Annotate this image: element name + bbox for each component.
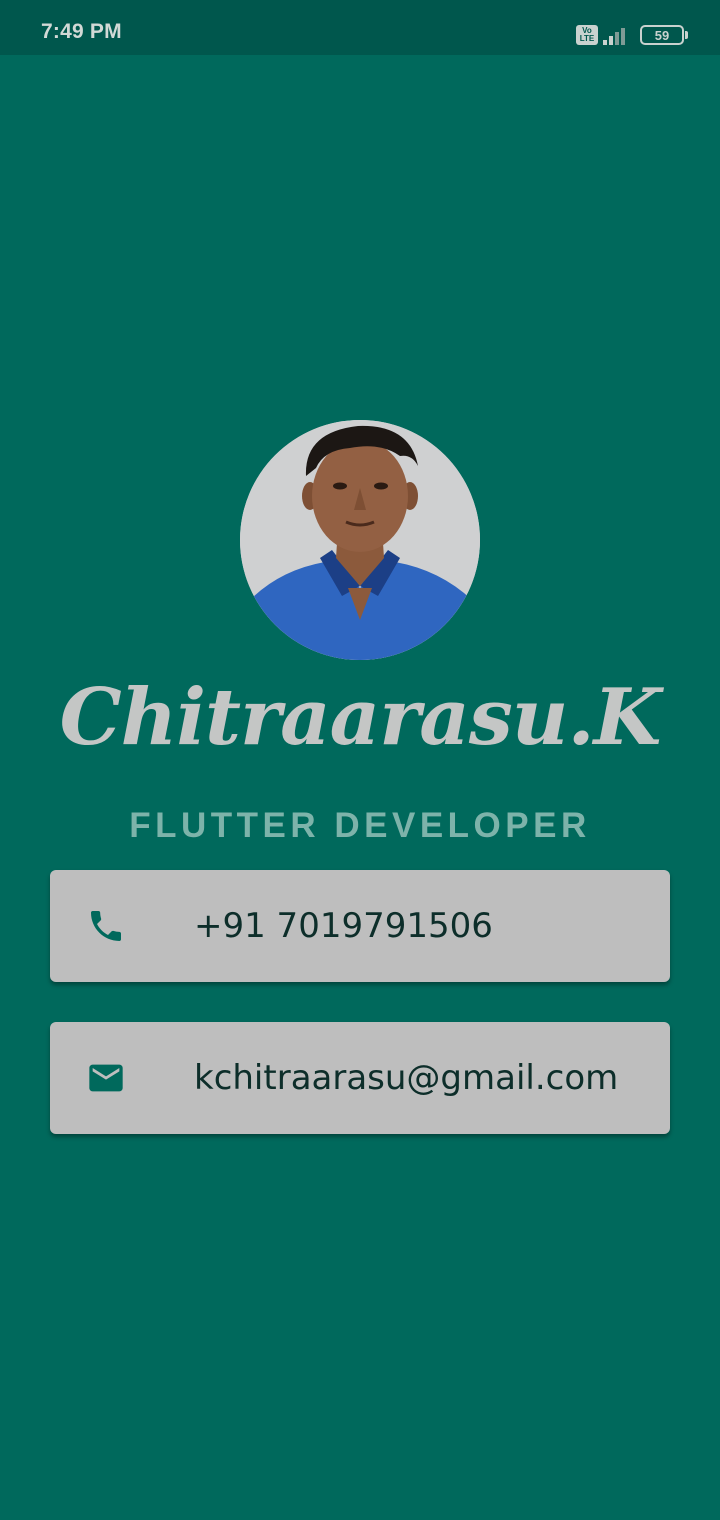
- profile-name: Chitraarasu.K: [59, 672, 662, 763]
- avatar-portrait: [240, 420, 480, 660]
- profile-role: FLUTTER DEVELOPER: [129, 806, 591, 845]
- email-address: kchitraarasu@gmail.com: [194, 1058, 619, 1098]
- signal-icon: [603, 28, 625, 45]
- status-time: 7:49 PM: [41, 20, 122, 43]
- avatar: [240, 420, 480, 660]
- phone-icon: [91, 911, 121, 941]
- volte-icon: Vo LTE: [576, 25, 598, 45]
- battery-level: 59: [654, 27, 670, 43]
- email-card[interactable]: kchitraarasu@gmail.com: [50, 1022, 670, 1134]
- phone-number: +91 7019791506: [194, 906, 493, 946]
- volte-label-bottom: LTE: [579, 34, 595, 43]
- phone-card[interactable]: +91 7019791506: [50, 870, 670, 982]
- battery-icon: 59: [640, 25, 688, 45]
- status-bar: 7:49 PM Vo LTE 59: [0, 0, 720, 55]
- mail-icon: [89, 1064, 123, 1092]
- status-icons: Vo LTE 59: [576, 24, 688, 46]
